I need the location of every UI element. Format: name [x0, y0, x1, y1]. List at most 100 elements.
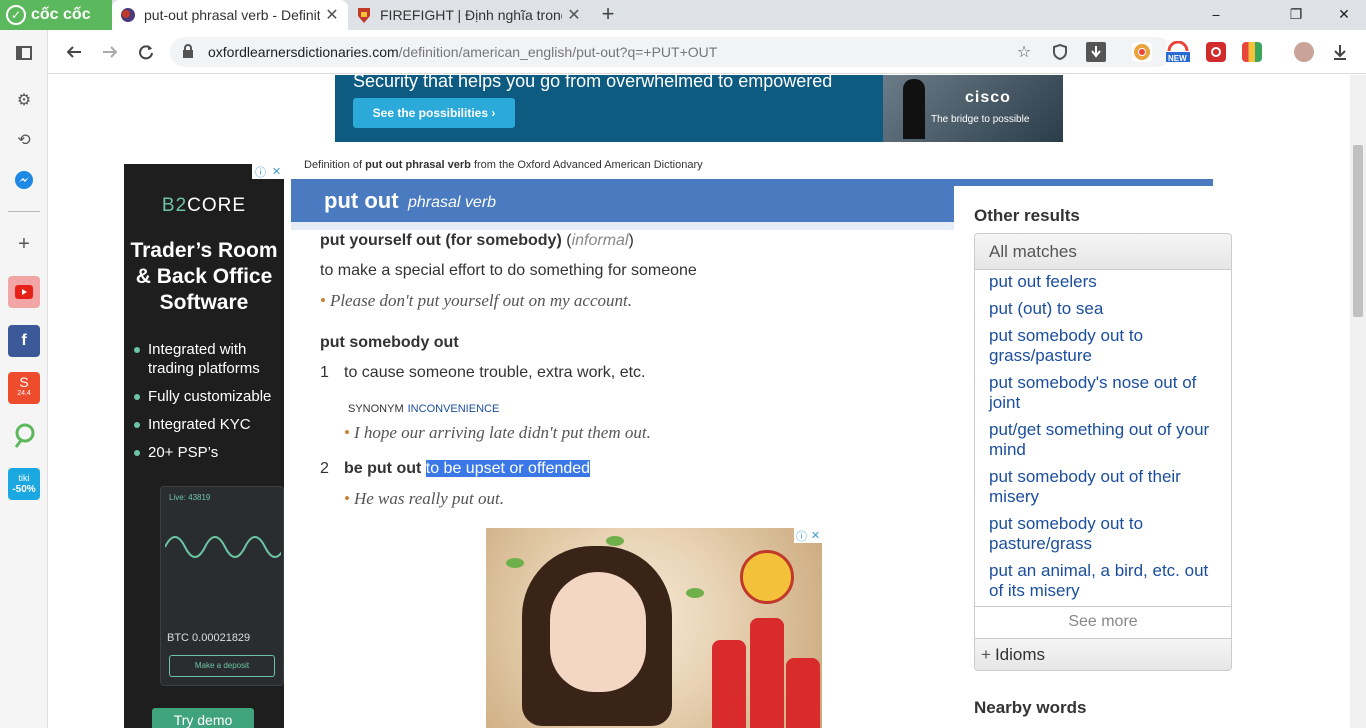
close-tab-icon[interactable]: ✕	[324, 5, 340, 25]
other-results-title: Other results	[974, 206, 1080, 225]
result-link[interactable]: put somebody out of their misery	[989, 467, 1217, 507]
reload-button[interactable]	[132, 38, 160, 66]
messenger-icon[interactable]	[8, 164, 40, 196]
settings-gear-icon[interactable]: ⚙	[8, 84, 40, 116]
headword-underbar	[291, 222, 954, 230]
maximize-button[interactable]: ❐	[1276, 0, 1316, 30]
youtube-icon[interactable]	[8, 276, 40, 308]
example-bullet-icon: •	[344, 489, 350, 508]
sense-definition: to cause someone trouble, extra work, et…	[344, 364, 646, 381]
tab-strip: ✓ cốc cốc put-out phrasal verb - Definit…	[0, 0, 1366, 30]
ad-feature: Fully customizable	[134, 387, 284, 406]
sidebar-toggle-icon[interactable]	[8, 37, 40, 69]
history-icon[interactable]: ⟲	[8, 124, 40, 156]
video-ad[interactable]: ⓘ ✕	[486, 528, 822, 728]
example-text: Please don't put yourself out on my acco…	[329, 291, 632, 310]
page-scrollbar[interactable]	[1350, 75, 1366, 728]
example-sentence: • Please don't put yourself out on my acc…	[320, 291, 632, 311]
tab-label: put-out phrasal verb - Definiti	[144, 7, 320, 23]
result-link[interactable]: put/get something out of your mind	[989, 420, 1217, 460]
ad-app-mockup: Live: 43819 BTC 0.00021829 Make a deposi…	[160, 486, 284, 686]
chrome-icon[interactable]	[1132, 42, 1152, 62]
top-banner-ad[interactable]: Security that helps you go from overwhel…	[335, 75, 1063, 142]
download-video-icon[interactable]	[1082, 37, 1110, 67]
coccoc-menu-button[interactable]: ✓ cốc cốc	[0, 0, 112, 30]
close-window-button[interactable]: ✕	[1324, 0, 1364, 30]
url-path: /definition/american_english/put-out?q=+…	[398, 44, 718, 60]
drthanh-logo-icon	[740, 550, 794, 604]
result-link[interactable]: put an animal, a bird, etc. out of its m…	[989, 561, 1217, 601]
brand-label: cốc cốc	[31, 6, 91, 23]
ad-model-face	[550, 572, 646, 692]
leaf-decoration	[506, 558, 524, 568]
adchoices-icon[interactable]: ⓘ ✕	[794, 528, 822, 543]
idiom-phrase: put yourself out (for somebody)	[320, 232, 562, 249]
result-link[interactable]: put somebody out to pasture/grass	[989, 514, 1217, 554]
ad-heading: Trader’s Room & Back Office Software	[130, 239, 278, 314]
avatar[interactable]	[1294, 42, 1314, 62]
source-term: put out phrasal verb	[365, 159, 471, 171]
ad-feature: 20+ PSP’s	[134, 443, 284, 462]
new-badge-icon[interactable]: NEW	[1166, 41, 1190, 63]
tab-firefight[interactable]: FIREFIGHT | Định nghĩa trong ✕	[348, 0, 590, 30]
oxford-favicon-icon	[120, 7, 136, 23]
add-shortcut-icon[interactable]: +	[8, 228, 40, 260]
register-label: informal	[571, 232, 629, 249]
product-bottle	[786, 658, 820, 728]
result-link[interactable]: put out feelers	[989, 272, 1217, 292]
left-skyscraper-ad[interactable]: ⓘ ✕ B2CORE Trader’s Room & Back Office So…	[124, 164, 284, 728]
shopee-icon[interactable]: S 24.4	[8, 372, 40, 404]
idioms-label: Idioms	[994, 645, 1046, 664]
ad-deposit-button: Make a deposit	[169, 655, 275, 677]
ad-person-silhouette	[903, 79, 925, 139]
sense-phrase: be put out	[344, 460, 422, 477]
shield-icon[interactable]	[1046, 37, 1074, 67]
red-square-icon[interactable]	[1206, 42, 1226, 62]
adchoices-icon[interactable]: ⓘ ✕	[252, 164, 284, 179]
see-more-button[interactable]: See more	[975, 606, 1231, 638]
sense-number: 1	[320, 364, 329, 381]
ad-feature: Integrated with trading platforms	[134, 340, 284, 378]
shopee-bag-icon: S	[19, 374, 29, 390]
tab-idioms[interactable]: + Idioms	[975, 638, 1231, 670]
scrollbar-thumb[interactable]	[1353, 145, 1363, 317]
ad-cta-button[interactable]: See the possibilities ›	[353, 98, 515, 128]
ad-btc-value: BTC 0.00021829	[167, 632, 251, 644]
tiki-label: tiki	[18, 473, 30, 483]
synonym-link[interactable]: INCONVENIENCE	[408, 403, 500, 415]
results-box: All matches put out feelers put (out) to…	[974, 233, 1232, 671]
address-bar[interactable]: oxfordlearnersdictionaries.com/definitio…	[170, 37, 1172, 67]
ad-feature: Integrated KYC	[134, 415, 284, 434]
other-results-panel: Other results All matches put out feeler…	[954, 187, 1232, 728]
ad-wave-chart	[165, 536, 281, 558]
downloads-icon[interactable]	[1326, 38, 1354, 66]
tab-put-out[interactable]: put-out phrasal verb - Definiti ✕	[112, 0, 348, 30]
ad-try-demo-button[interactable]: Try demo	[152, 708, 254, 728]
result-link[interactable]: put somebody out to grass/pasture	[989, 326, 1217, 366]
forward-button[interactable]	[96, 38, 124, 66]
example-bullet-icon: •	[344, 423, 350, 442]
ad-balance: Live: 43819	[169, 493, 211, 502]
back-button[interactable]	[60, 38, 88, 66]
coccoc-extension-icon[interactable]	[8, 420, 40, 452]
tab-all-matches[interactable]: All matches	[975, 234, 1231, 270]
part-of-speech: phrasal verb	[408, 194, 497, 211]
selected-definition[interactable]: to be upset or offended	[425, 460, 591, 477]
sidebar-divider	[8, 211, 40, 212]
bookmark-star-icon[interactable]: ☆	[1010, 37, 1038, 67]
color-grid-icon[interactable]	[1242, 42, 1262, 62]
example-sentence: • He was really put out.	[344, 489, 504, 509]
example-text: I hope our arriving late didn't put them…	[353, 423, 651, 442]
sense-number: 2	[320, 460, 329, 477]
result-link[interactable]: put (out) to sea	[989, 299, 1217, 319]
ad-tagline: The bridge to possible	[931, 114, 1030, 125]
result-link[interactable]: put somebody's nose out of joint	[989, 373, 1217, 413]
facebook-icon[interactable]: f	[8, 325, 40, 357]
side-panel: ⚙ ⟲ + f S 24.4 tiki -50%	[0, 30, 48, 728]
tiki-icon[interactable]: tiki -50%	[8, 468, 40, 500]
minimize-button[interactable]: ⎯	[1196, 0, 1236, 30]
idiom-phrase: put somebody out	[320, 334, 459, 351]
close-tab-icon[interactable]: ✕	[566, 5, 582, 25]
synonym-line: SYNONYM INCONVENIENCE	[348, 399, 499, 417]
new-tab-button[interactable]: +	[596, 3, 620, 27]
